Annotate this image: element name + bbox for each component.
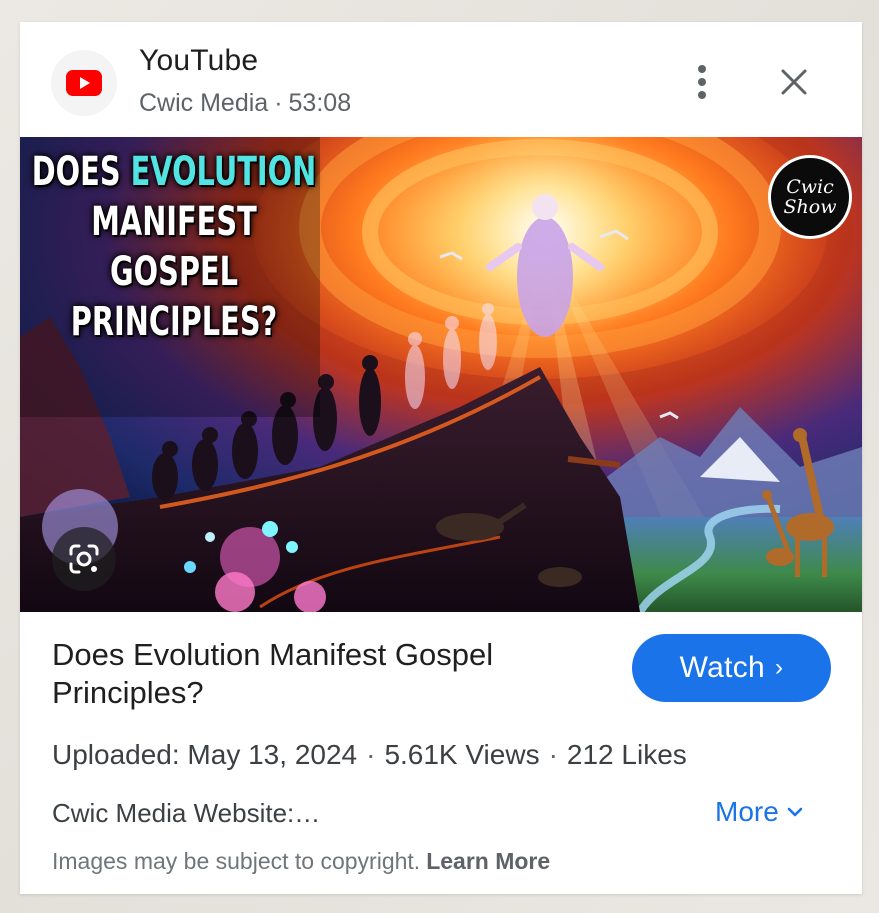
learn-more-link[interactable]: Learn More [426,848,550,874]
thumbnail-overlay-title: DOES EVOLUTION MANIFEST GOSPEL PRINCIPLE… [30,147,318,347]
overlay-title-line3: GOSPEL [109,249,239,295]
image-detail-card: YouTube Cwic Media · 53:08 DOES EVOLUTIO… [20,22,862,894]
video-metadata: Uploaded: May 13, 2024 · 5.61K Views · 212 L… [52,739,687,771]
overlay-title-line1-plain: DOES [31,149,121,195]
overlay-title-accent: EVOLUTION [130,149,317,195]
header-separator: · [274,89,283,117]
copyright-notice: Images may be subject to copyright. Learn… [52,848,550,875]
overlay-title-line4: PRINCIPLES? [70,299,278,345]
badge-line1: Cwic [786,176,834,198]
close-icon[interactable] [772,60,816,104]
channel-name: Cwic Media [139,89,269,117]
copyright-text: Images may be subject to copyright. [52,848,421,874]
more-label: More [715,796,779,827]
more-vert-icon[interactable] [682,60,722,104]
cwic-show-logo: Cwic Show [768,155,852,239]
like-count: 212 Likes [566,739,687,770]
meta-separator: · [366,739,376,770]
watch-button-label: Watch [679,651,766,684]
screen-background: YouTube Cwic Media · 53:08 DOES EVOLUTIO… [0,0,879,913]
overlay-title-line2: MANIFEST [91,199,257,245]
youtube-play-icon[interactable] [51,50,117,116]
video-description: Cwic Media Website:… [52,798,321,828]
google-lens-icon[interactable] [52,527,116,591]
badge-line2: Show [783,196,837,218]
chevron-right-icon: › [775,654,784,681]
video-duration: 53:08 [288,89,352,117]
upload-date: Uploaded: May 13, 2024 [52,739,358,770]
video-thumbnail[interactable]: DOES EVOLUTION MANIFEST GOSPEL PRINCIPLE… [20,137,862,612]
source-app-name: YouTube [139,44,259,77]
more-button[interactable]: More [715,796,803,828]
chevron-down-icon [787,807,803,817]
watch-button[interactable]: Watch › [632,634,831,702]
video-title[interactable]: Does Evolution Manifest Gospel Principle… [52,636,592,712]
view-count: 5.61K Views [384,739,540,770]
source-subtitle: Cwic Media · 53:08 [139,89,351,118]
meta-separator: · [548,739,558,770]
source-header[interactable]: YouTube Cwic Media · 53:08 [20,22,862,137]
